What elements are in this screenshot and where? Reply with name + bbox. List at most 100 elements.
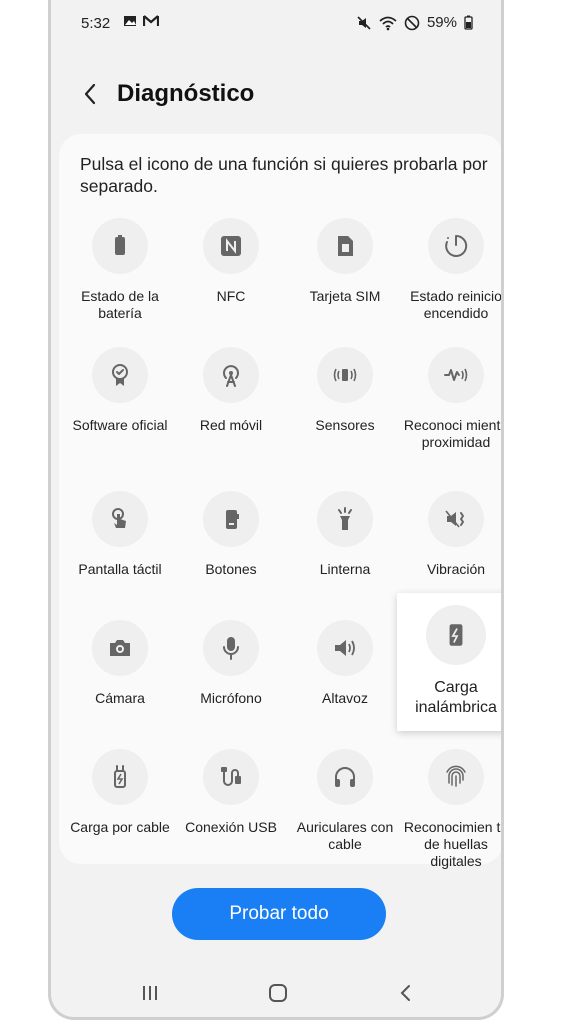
tile-label: Carga inalámbrica [415, 679, 497, 716]
touch-icon [112, 508, 126, 528]
usb-icon [221, 767, 241, 786]
tile-icon-circle [92, 491, 148, 547]
tile-wireless-charging-highlighted[interactable]: Carga inalámbrica [397, 593, 501, 731]
status-time: 5:32 [81, 15, 111, 32]
tile-touch-screen[interactable]: Pantalla táctil [65, 491, 175, 578]
tile-speaker[interactable]: Altavoz [290, 620, 400, 707]
tile-fingerprint[interactable]: Reconocimien to de huellas digitales [401, 749, 504, 870]
mute-icon [357, 15, 371, 30]
sim-card-icon [338, 236, 353, 256]
tile-microphone[interactable]: Micrófono [176, 620, 286, 707]
tile-sensors[interactable]: Sensores [290, 347, 400, 434]
do-not-disturb-icon [404, 15, 420, 30]
proximity-icon [444, 368, 468, 382]
cable-charging-icon [114, 765, 126, 788]
power-restart-icon [445, 234, 468, 257]
nfc-icon [221, 236, 241, 256]
tile-icon-circle [203, 491, 259, 547]
tile-icon-circle [92, 218, 148, 274]
speaker-icon [335, 640, 355, 656]
wireless-charging-icon [449, 624, 463, 646]
recents-button[interactable] [130, 978, 170, 1008]
tile-icon-circle [92, 749, 148, 805]
tile-label: Reconoci miento proximidad [403, 417, 504, 450]
tile-icon-circle [426, 605, 486, 665]
tile-label: Pantalla táctil [78, 561, 162, 577]
tile-buttons[interactable]: Botones [176, 491, 286, 578]
navigation-bar [51, 968, 501, 1016]
back-button[interactable] [77, 80, 105, 108]
gallery-icon [124, 16, 136, 26]
fingerprint-icon [446, 765, 466, 787]
status-right-icons: 59% [356, 14, 473, 31]
tile-label: Estado reinicio encendido [410, 288, 502, 321]
tile-icon-circle [203, 620, 259, 676]
tile-wired-headphones[interactable]: Auriculares con cable [290, 749, 400, 853]
tile-label: Sensores [315, 417, 375, 433]
home-button[interactable] [258, 978, 298, 1008]
page-header: Diagnóstico [51, 70, 501, 120]
tile-vibration[interactable]: Vibración [401, 491, 501, 578]
tile-cable-charging[interactable]: Carga por cable [65, 749, 175, 836]
instructions-text: Pulsa el icono de una función si quieres… [80, 154, 488, 196]
camera-icon [110, 640, 130, 656]
tile-label: Reconocimien to de huellas digitales [403, 819, 504, 869]
status-bar: 5:32 59% [51, 0, 501, 46]
tile-icon-circle [428, 491, 484, 547]
tile-label: Estado de la batería [81, 288, 159, 321]
flashlight-icon [338, 507, 352, 530]
tile-flashlight[interactable]: Linterna [290, 491, 400, 578]
back-icon [400, 985, 410, 1001]
tile-icon-circle [428, 347, 484, 403]
wifi-icon [379, 16, 397, 30]
tile-label: Red móvil [199, 417, 263, 433]
battery-percent: 59% [426, 14, 457, 31]
tile-usb-connection[interactable]: Conexión USB [176, 749, 286, 836]
tile-icon-circle [317, 620, 373, 676]
tile-icon-circle [203, 749, 259, 805]
tile-icon-circle [317, 749, 373, 805]
vibration-icon [445, 510, 464, 528]
tile-sim-card[interactable]: Tarjeta SIM [290, 218, 400, 305]
headphones-icon [335, 767, 355, 787]
tile-icon-circle [428, 218, 484, 274]
tile-icon-circle [317, 347, 373, 403]
gmail-icon [143, 15, 159, 26]
tile-label: Software oficial [72, 417, 168, 433]
tile-label: Vibración [426, 561, 486, 577]
antenna-icon [223, 365, 239, 387]
tile-icon-circle [203, 347, 259, 403]
tile-official-software[interactable]: Software oficial [65, 347, 175, 434]
tile-label: Conexión USB [185, 819, 277, 835]
badge-icon [112, 364, 128, 386]
tile-nfc[interactable]: NFC [176, 218, 286, 305]
tile-power-restart[interactable]: Estado reinicio encendido [401, 218, 502, 322]
tile-icon-circle [92, 620, 148, 676]
tile-label: Altavoz [322, 690, 368, 706]
tile-battery-status[interactable]: Estado de la batería [65, 218, 175, 322]
page-title: Diagnóstico [117, 80, 255, 107]
microphone-icon [223, 637, 239, 660]
recents-icon [143, 986, 157, 1000]
tile-proximity[interactable]: Reconoci miento proximidad [401, 347, 504, 451]
back-nav-button[interactable] [386, 978, 426, 1008]
diagnostics-card: Pulsa el icono de una función si quieres… [59, 134, 504, 869]
test-all-button[interactable]: Probar todo [172, 888, 386, 940]
tile-icon-circle [317, 218, 373, 274]
tile-icon-circle [203, 218, 259, 274]
status-left-icons [123, 14, 159, 28]
tile-icon-circle [317, 491, 373, 547]
home-icon [269, 984, 287, 1002]
battery-status-icon [464, 15, 473, 30]
tile-label: Linterna [319, 561, 371, 577]
tile-icon-circle [428, 749, 484, 805]
tile-label: Carga por cable [70, 819, 170, 835]
tile-camera[interactable]: Cámara [65, 620, 175, 707]
tile-icon-circle [92, 347, 148, 403]
chevron-left-icon [84, 83, 96, 105]
tile-label: Cámara [95, 690, 145, 706]
tile-mobile-network[interactable]: Red móvil [176, 347, 286, 434]
sensor-icon [333, 368, 357, 382]
tile-label: Botones [205, 561, 257, 577]
tile-label: NFC [216, 288, 246, 304]
